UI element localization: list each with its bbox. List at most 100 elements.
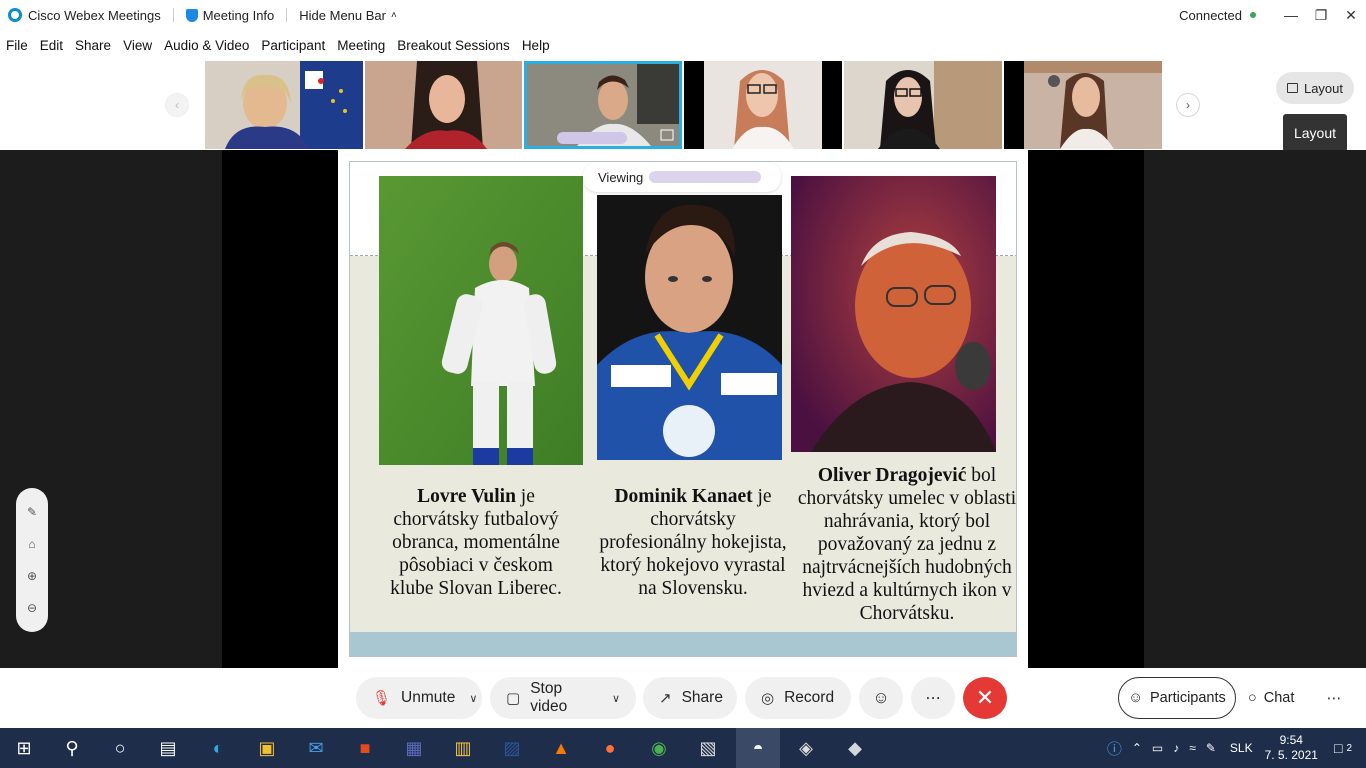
letterbox-right [1028,150,1144,668]
participant-video-4[interactable] [684,61,842,149]
menu-edit[interactable]: Edit [40,38,63,53]
chat-label: Chat [1263,690,1295,706]
participant-video-6[interactable] [1004,61,1162,149]
menu-share[interactable]: Share [75,38,111,53]
caption-oliver-dragojevic: Oliver Dragojević bol chorvátsky umelec … [796,464,1017,625]
chevron-up-tray-icon[interactable]: ⌃ [1132,741,1142,755]
eraser-icon[interactable]: ⌂ [28,537,35,551]
window-controls: Connected — ❐ ✕ [1179,0,1366,30]
mail-icon[interactable]: ✉ [302,734,330,762]
zoom-out-icon[interactable]: ⊖ [27,601,37,615]
search-icon[interactable]: ⚲ [58,734,86,762]
vlc-icon[interactable]: ▲ [547,734,575,762]
menu-help[interactable]: Help [522,38,550,53]
firefox-icon[interactable]: ● [596,734,624,762]
blurred-presenter-name [649,171,762,183]
layout-button[interactable]: Layout [1276,72,1354,104]
chevron-up-icon[interactable]: ˄ [391,10,397,21]
share-button[interactable]: ↗ Share [643,677,737,719]
store-icon[interactable]: ▣ [253,734,281,762]
participant-2-image [365,61,522,149]
edge-icon[interactable]: ◐ [204,734,232,762]
wifi-icon[interactable]: ≈ [1189,741,1196,755]
participant-1-image [225,71,347,149]
slide-footer-band [350,632,1016,656]
paint-icon[interactable]: ◆ [841,734,869,762]
participant-video-3-active[interactable] [524,61,682,149]
video-camera-icon: ▢ [506,690,521,707]
name-dominik-kanaet: Dominik Kanaet [614,486,753,507]
menu-file[interactable]: File [6,38,28,53]
webex-taskbar-icon[interactable]: ◓ [736,728,780,768]
previous-videos-button[interactable]: ‹ [165,93,189,117]
floppy-save-icon[interactable]: ▦ [400,734,428,762]
record-icon: ◎ [761,690,775,707]
more-options-button[interactable]: ⋯ [911,677,955,719]
viewing-label: Viewing [598,169,644,185]
audio-options-chevron-icon[interactable]: ∨ [469,692,477,705]
end-meeting-button[interactable]: ✕ [963,677,1007,719]
annotate-pen-icon[interactable]: ✎ [27,505,37,519]
participant-4-image [704,61,822,149]
menu-breakout-sessions[interactable]: Breakout Sessions [397,38,510,53]
webex-logo-icon [8,8,22,22]
hide-menu-bar-button[interactable]: Hide Menu Bar [299,8,386,23]
participant-6-image [1024,61,1162,149]
participant-3-image [527,64,679,146]
file-explorer-icon[interactable]: ▥ [449,734,477,762]
clock[interactable]: 9:54 7. 5. 2021 [1265,733,1318,763]
restore-button[interactable]: ❐ [1306,7,1336,24]
cortana-icon[interactable]: ○ [106,734,134,762]
chrome-icon[interactable]: ◉ [645,734,673,762]
menu-participant[interactable]: Participant [261,38,325,53]
menu-bar: File Edit Share View Audio & Video Parti… [0,30,1366,60]
clock-date: 7. 5. 2021 [1264,748,1318,762]
language-indicator[interactable]: SLK [1230,741,1253,755]
menu-view[interactable]: View [123,38,152,53]
volume-icon[interactable]: ♪ [1173,741,1179,755]
photo-oliver-dragojevic [791,176,996,452]
help-icon[interactable]: ⓘ [1107,738,1122,759]
stage-margin-right [1144,150,1366,668]
pen-icon[interactable]: ✎ [1206,741,1216,755]
minimize-button[interactable]: — [1276,7,1306,23]
menu-audio-video[interactable]: Audio & Video [164,38,249,53]
video-options-chevron-icon[interactable]: ∨ [612,692,620,705]
close-window-button[interactable]: ✕ [1336,7,1366,24]
title-separator-2 [286,8,288,22]
zoom-in-icon[interactable]: ⊕ [27,569,37,583]
participant-video-1[interactable] [205,61,363,149]
meeting-info-button[interactable]: Meeting Info [203,8,275,23]
media-player-icon[interactable]: ◈ [792,734,820,762]
participant-video-5[interactable] [844,61,1002,149]
task-view-icon[interactable]: ▤ [154,734,182,762]
unmute-button[interactable]: 🎙 Unmute ∨ [356,677,482,719]
shared-content-stage: Lovre Vulin je chorvátsky futbalový obra… [0,150,1366,668]
document-icon[interactable]: ▧ [694,734,722,762]
share-icon: ↗ [659,690,672,707]
word-icon[interactable]: ▨ [498,734,526,762]
chat-button[interactable]: ○ Chat [1240,677,1302,719]
more-panels-button[interactable]: ⋯ [1322,677,1346,719]
participant-5-image [844,61,1002,149]
record-button[interactable]: ◎ Record [745,677,851,719]
photo-dominik-kanaet [597,195,782,460]
office-icon[interactable]: ■ [351,734,379,762]
participant-video-strip: ‹ › Layout Layout [0,60,1366,152]
participants-button[interactable]: ☺ Participants [1118,677,1236,719]
participant-video-2[interactable] [365,61,522,149]
desc-oliver-dragojevic: bol chorvátsky umelec v oblasti nahrávan… [797,465,1017,624]
layout-label: Layout [1303,80,1344,96]
battery-icon[interactable]: ▭ [1152,741,1163,755]
menu-meeting[interactable]: Meeting [337,38,385,53]
stop-video-button[interactable]: ▢ Stop video ∨ [490,677,636,719]
notification-center-icon[interactable]: □ [1334,740,1342,756]
windows-start-icon[interactable]: ⊞ [10,734,38,762]
shared-slide: Lovre Vulin je chorvátsky futbalový obra… [349,161,1017,657]
next-videos-button[interactable]: › [1176,93,1200,117]
meeting-control-bar: 🎙 Unmute ∨ ▢ Stop video ∨ ↗ Share ◎ Reco… [0,668,1366,728]
title-bar: Cisco Webex Meetings Meeting Info Hide M… [0,0,1366,30]
reactions-button[interactable]: ☺ [859,677,903,719]
annotation-toolbar: ✎ ⌂ ⊕ ⊖ [16,488,48,632]
photo-lovre-vulin [379,176,583,465]
